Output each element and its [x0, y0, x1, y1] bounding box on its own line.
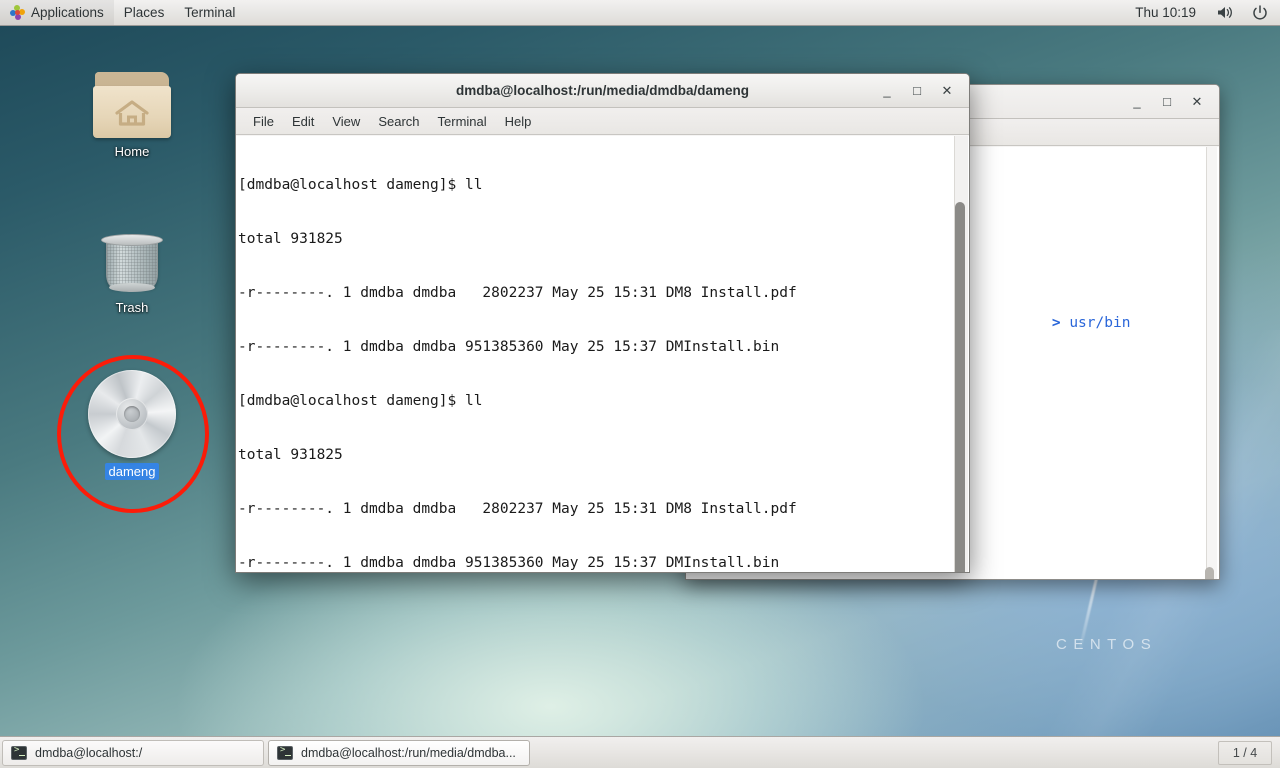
taskbar: dmdba@localhost:/ dmdba@localhost:/run/m…	[0, 736, 1280, 768]
taskbar-item-1[interactable]: dmdba@localhost:/run/media/dmdba...	[268, 739, 530, 766]
terminal-line: [dmdba@localhost dameng]$ ll	[238, 177, 483, 193]
active-terminal-window[interactable]: dmdba@localhost:/run/media/dmdba/dameng …	[235, 73, 970, 573]
terminal-title: dmdba@localhost:/run/media/dmdba/dameng	[456, 83, 749, 98]
close-button[interactable]: ✕	[1183, 89, 1211, 115]
places-menu[interactable]: Places	[114, 0, 175, 25]
terminal-output[interactable]: [dmdba@localhost dameng]$ ll total 93182…	[236, 136, 969, 572]
applications-menu-label: Applications	[31, 5, 104, 20]
maximize-button[interactable]: □	[1153, 89, 1181, 115]
terminal-titlebar[interactable]: dmdba@localhost:/run/media/dmdba/dameng …	[236, 74, 969, 108]
taskbar-item-0[interactable]: dmdba@localhost:/	[2, 739, 264, 766]
workspace-switcher[interactable]: 1 / 4	[1218, 740, 1272, 765]
minimize-button[interactable]: _	[873, 78, 901, 104]
places-menu-label: Places	[123, 5, 165, 20]
terminal-scrollbar-thumb[interactable]	[955, 202, 965, 572]
terminal-scrollbar-track[interactable]	[954, 136, 968, 572]
menu-edit[interactable]: Edit	[283, 111, 323, 132]
menu-terminal[interactable]: Terminal	[429, 111, 496, 132]
clock[interactable]: Thu 10:19	[1123, 5, 1208, 20]
applications-menu[interactable]: Applications	[0, 0, 114, 25]
menu-search[interactable]: Search	[369, 111, 428, 132]
desktop-icon-label: Trash	[115, 300, 149, 315]
close-button[interactable]: ✕	[933, 78, 961, 104]
terminal-icon	[11, 745, 27, 760]
desktop-icon-trash[interactable]: Trash	[84, 228, 180, 316]
terminal-line: [dmdba@localhost dameng]$ ll	[238, 393, 483, 409]
desktop-icon-label: Home	[114, 144, 150, 159]
background-window-buttons[interactable]: _ □ ✕	[1123, 85, 1219, 119]
centos-watermark: CENTOS	[1056, 636, 1158, 653]
top-panel: Applications Places Terminal Thu 10:19	[0, 0, 1280, 26]
window-buttons[interactable]: _ □ ✕	[873, 74, 969, 108]
terminal-line: -r--------. 1 dmdba dmdba 951385360 May …	[238, 339, 780, 355]
terminal-line: -r--------. 1 dmdba dmdba 951385360 May …	[238, 555, 780, 571]
annotation-circle	[57, 355, 209, 513]
menu-view[interactable]: View	[323, 111, 369, 132]
applications-logo-icon	[10, 5, 25, 20]
panel-status-area: Thu 10:19	[1123, 4, 1280, 21]
terminal-prompt-line: [root@localhost ~]#	[936, 569, 1181, 579]
background-terminal-scrollbar-thumb[interactable]	[1205, 567, 1214, 579]
taskbar-item-label: dmdba@localhost:/run/media/dmdba...	[301, 745, 516, 760]
terminal-line: -r--------. 1 dmdba dmdba 2802237 May 25…	[238, 285, 797, 301]
house-glyph-icon	[115, 100, 149, 126]
terminal-line: -r--------. 1 dmdba dmdba 2802237 May 25…	[238, 501, 797, 517]
trash-icon	[101, 228, 163, 294]
volume-icon[interactable]	[1208, 5, 1243, 20]
terminal-arrow: >	[1051, 315, 1070, 331]
home-folder-icon	[93, 72, 171, 138]
terminal-menu[interactable]: Terminal	[174, 0, 245, 25]
desktop[interactable]: CENTOS Home Trash dameng _ □ ✕ > usr/bin…	[0, 0, 1280, 768]
maximize-button[interactable]: □	[903, 78, 931, 104]
desktop-icon-home[interactable]: Home	[84, 72, 180, 160]
minimize-button[interactable]: _	[1123, 89, 1151, 115]
menu-help[interactable]: Help	[496, 111, 541, 132]
terminal-line: total 931825	[238, 231, 343, 247]
power-icon[interactable]	[1243, 4, 1280, 21]
menu-file[interactable]: File	[244, 111, 283, 132]
terminal-menubar[interactable]: File Edit View Search Terminal Help	[236, 108, 969, 135]
terminal-icon	[277, 745, 293, 760]
background-terminal-scrollbar-track[interactable]	[1205, 147, 1217, 579]
terminal-menu-label: Terminal	[184, 5, 236, 20]
terminal-line: total 931825	[238, 447, 343, 463]
terminal-symlink-target: usr/bin	[1069, 315, 1131, 331]
taskbar-item-label: dmdba@localhost:/	[35, 745, 143, 760]
